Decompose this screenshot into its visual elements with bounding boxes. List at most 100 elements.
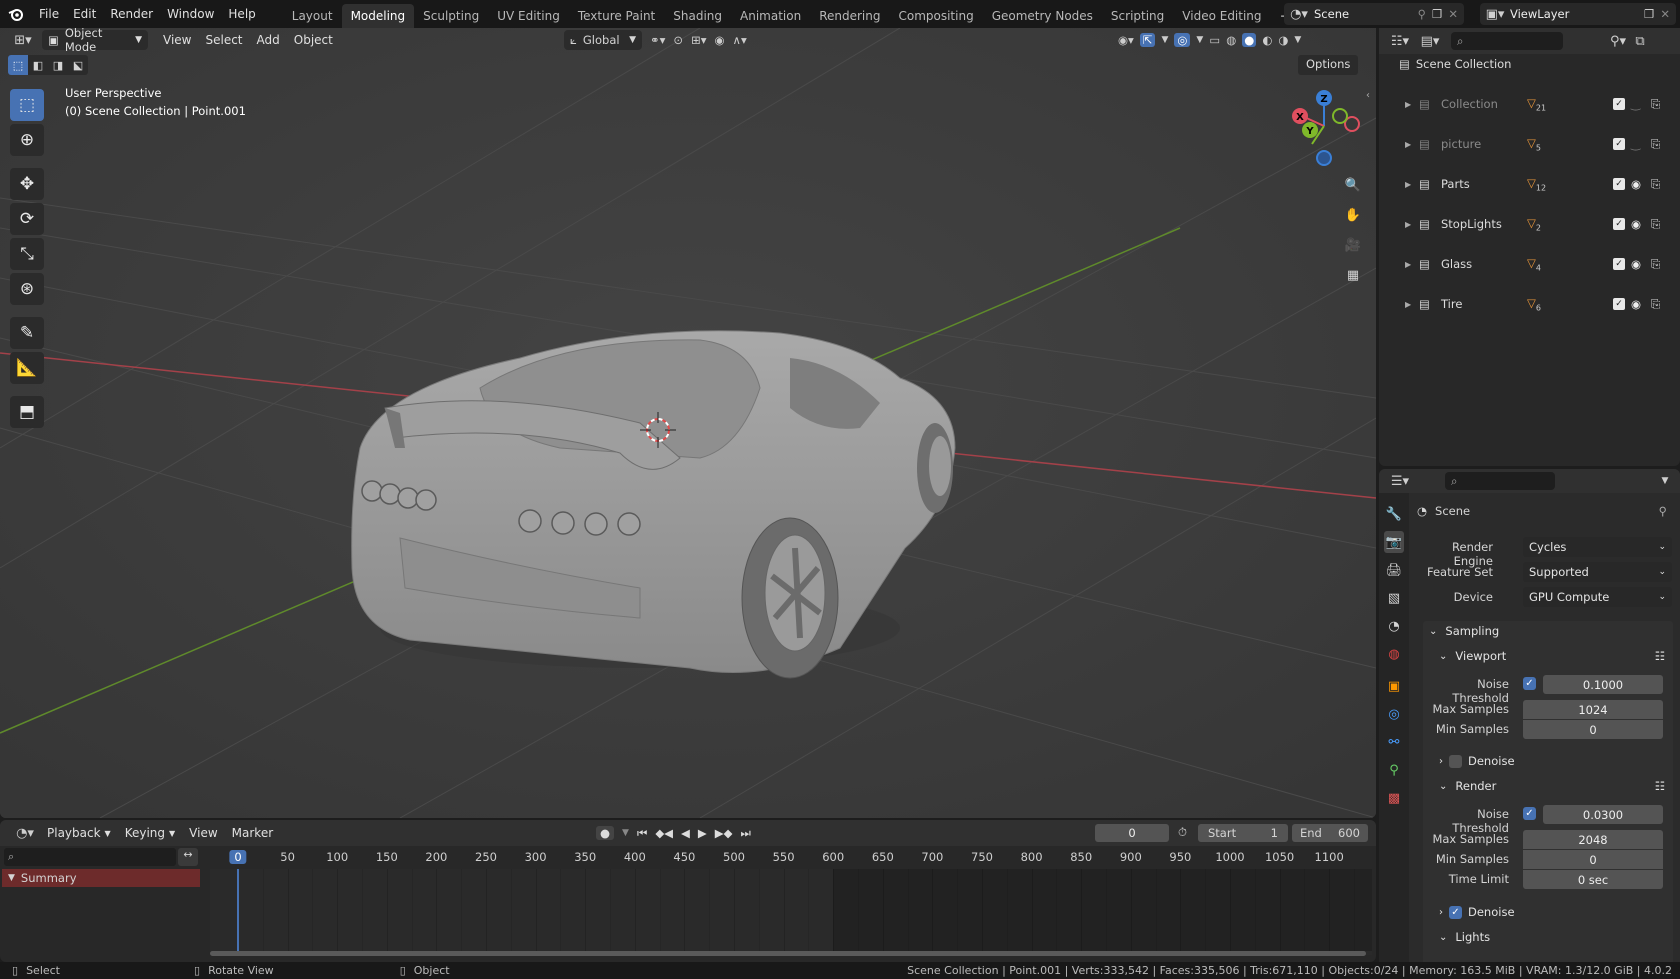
exclude-checkbox[interactable]: ✓ <box>1613 258 1625 270</box>
measure-tool-icon[interactable]: 📐 <box>10 352 44 384</box>
outliner-root[interactable]: ▤ Scene Collection <box>1399 54 1669 74</box>
scale-tool-icon[interactable]: ⤡ <box>10 238 44 270</box>
jump-end-icon[interactable]: ⏭ <box>740 826 750 841</box>
render-max-samples-field[interactable]: 2048 <box>1523 830 1663 849</box>
snap-icon[interactable]: ⊙ <box>673 33 683 47</box>
scene-tab-icon[interactable]: ◔ <box>1384 615 1404 637</box>
viewport-max-samples-field[interactable]: 1024 <box>1523 700 1663 719</box>
editor-type-icon[interactable]: ⊞▾ <box>8 30 38 50</box>
next-keyframe-icon[interactable]: ▶◆ <box>715 826 733 840</box>
expand-arrow-icon[interactable]: ▶ <box>1405 140 1411 149</box>
menu-render[interactable]: Render <box>103 0 160 28</box>
overlay-toggle-icon[interactable]: ◎ <box>1174 33 1191 47</box>
current-frame-field[interactable]: 0 <box>1095 824 1169 842</box>
tab-scripting[interactable]: Scripting <box>1102 4 1173 28</box>
tab-rendering[interactable]: Rendering <box>810 4 889 28</box>
render-camera-icon[interactable]: ⎘ <box>1651 297 1660 312</box>
eye-hidden-icon[interactable]: ‿ <box>1631 97 1640 111</box>
wireframe-shading-icon[interactable]: ◍ <box>1226 33 1236 47</box>
viewport-scene[interactable] <box>0 28 1376 818</box>
tab-uv-editing[interactable]: UV Editing <box>488 4 569 28</box>
select-new-icon[interactable]: ⬚ <box>8 55 28 75</box>
properties-editor-icon[interactable]: ☰▾ <box>1385 471 1415 491</box>
viewport-area[interactable]: ⊞▾ ▣ Object Mode ▼ View Select Add Objec… <box>0 28 1376 818</box>
texture-tab-icon[interactable]: ▩ <box>1384 787 1404 809</box>
render-camera-icon[interactable]: ⎘ <box>1651 137 1660 152</box>
annotate-tool-icon[interactable]: ✎ <box>10 317 44 349</box>
play-reverse-icon[interactable]: ◀ <box>681 826 690 840</box>
render-camera-icon[interactable]: ⎘ <box>1651 177 1660 192</box>
summary-channel[interactable]: ▼ Summary <box>2 869 200 887</box>
expand-arrow-icon[interactable]: ▶ <box>1405 220 1411 229</box>
presets-icon[interactable]: ☷ <box>1655 649 1665 663</box>
transform-orientation[interactable]: ⟀ Global ▼ <box>564 30 642 50</box>
view-layer-tab-icon[interactable]: ▧ <box>1384 587 1404 609</box>
swap-icon[interactable]: ↔ <box>178 848 198 866</box>
keying-dropdown-icon[interactable]: ▼ <box>622 828 629 838</box>
add-cube-tool-icon[interactable]: ⬒ <box>10 396 44 428</box>
collapse-triangle-icon[interactable]: ▼ <box>8 873 15 883</box>
outliner-row-glass[interactable]: ▶ ▤ Glass ▽4 ✓ ◉ ⎘ <box>1379 254 1680 274</box>
world-tab-icon[interactable]: ◍ <box>1384 643 1404 665</box>
start-frame-field[interactable]: Start 1 <box>1198 824 1288 842</box>
data-tab-icon[interactable]: ⚲ <box>1384 759 1404 781</box>
timeline-search[interactable]: ⌕ <box>4 848 176 866</box>
chevron-down-icon[interactable]: ▼ <box>1654 471 1676 491</box>
close-scene-icon[interactable]: ✕ <box>1448 7 1458 21</box>
close-viewlayer-icon[interactable]: ✕ <box>1660 7 1670 21</box>
pan-hand-icon[interactable]: ✋ <box>1343 202 1363 228</box>
tab-layout[interactable]: Layout <box>283 4 342 28</box>
play-icon[interactable]: ▶ <box>698 826 707 840</box>
scene-selector[interactable]: ◔▾ Scene ⚲ ❐ ✕ <box>1284 3 1464 25</box>
lights-subpanel-header[interactable]: ⌄ Lights <box>1435 927 1665 947</box>
expand-arrow-icon[interactable]: ▶ <box>1405 260 1411 269</box>
render-noise-threshold-checkbox[interactable]: ✓ <box>1523 807 1536 820</box>
tab-geometry-nodes[interactable]: Geometry Nodes <box>983 4 1102 28</box>
properties-search-input[interactable]: ⌕ <box>1445 472 1555 490</box>
falloff-icon[interactable]: ∧▾ <box>733 33 747 47</box>
blender-logo-icon[interactable] <box>0 4 32 24</box>
cursor-tool-icon[interactable]: ⊕ <box>10 124 44 156</box>
output-tab-icon[interactable]: 🖨 <box>1384 559 1404 581</box>
render-engine-dropdown[interactable]: Cycles ⌄ <box>1523 537 1672 557</box>
tab-animation[interactable]: Animation <box>731 4 810 28</box>
render-tab-icon[interactable]: 📷 <box>1384 531 1404 553</box>
select-box-tool-icon[interactable]: ⬚ <box>10 89 44 121</box>
display-mode-icon[interactable]: ▤▾ <box>1415 31 1445 51</box>
eye-icon[interactable]: ◉ <box>1631 257 1641 271</box>
viewport-denoise-checkbox[interactable] <box>1449 754 1462 768</box>
filter-icon[interactable]: ⚲▾ <box>1607 31 1629 51</box>
menu-keying[interactable]: Keying ▼ <box>118 820 182 846</box>
move-tool-icon[interactable]: ✥ <box>10 168 44 200</box>
outliner-row-collection[interactable]: ▶ ▤ Collection ▽21 ✓ ‿ ⎘ <box>1379 94 1680 114</box>
transform-tool-icon[interactable]: ⊛ <box>10 273 44 305</box>
pivot-snap-tools[interactable]: ⚭▾ ⊙ ⊞▾ ◉ ∧▾ <box>650 30 747 50</box>
pin-icon[interactable]: ⚲ <box>1659 504 1667 518</box>
eye-icon[interactable]: ◉ <box>1631 297 1641 311</box>
tab-compositing[interactable]: Compositing <box>889 4 982 28</box>
tab-video-editing[interactable]: Video Editing <box>1173 4 1270 28</box>
perspective-toggle-icon[interactable]: ▦ <box>1343 262 1363 288</box>
pin-icon[interactable]: ⚲ <box>1418 7 1426 21</box>
tab-shading[interactable]: Shading <box>664 4 731 28</box>
menu-select[interactable]: Select <box>198 28 249 54</box>
menu-playback[interactable]: Playback ▼ <box>40 820 118 846</box>
menu-edit[interactable]: Edit <box>66 0 103 28</box>
material-shading-icon[interactable]: ◐ <box>1262 33 1272 47</box>
render-min-samples-field[interactable]: 0 <box>1523 850 1663 869</box>
time-limit-field[interactable]: 0 sec <box>1523 870 1663 889</box>
menu-timeline-view[interactable]: View <box>182 820 224 846</box>
render-subpanel-header[interactable]: ⌄ Render ☷ <box>1435 776 1665 796</box>
object-tab-icon[interactable]: ▣ <box>1384 675 1404 697</box>
feature-set-dropdown[interactable]: Supported ⌄ <box>1523 562 1672 582</box>
rotate-tool-icon[interactable]: ⟳ <box>10 203 44 235</box>
eye-icon[interactable]: ◉ <box>1631 217 1641 231</box>
outliner-search-input[interactable]: ⌕ <box>1451 32 1563 50</box>
exclude-checkbox[interactable]: ✓ <box>1613 98 1625 110</box>
shading-dropdown-icon[interactable]: ▼ <box>1294 35 1301 45</box>
exclude-checkbox[interactable]: ✓ <box>1613 138 1625 150</box>
sampling-panel-header[interactable]: ⌄ Sampling <box>1423 621 1673 641</box>
record-icon[interactable]: ● <box>596 826 615 840</box>
outliner-row-stoplights[interactable]: ▶ ▤ StopLights ▽2 ✓ ◉ ⎘ <box>1379 214 1680 234</box>
end-frame-field[interactable]: End 600 <box>1292 824 1368 842</box>
